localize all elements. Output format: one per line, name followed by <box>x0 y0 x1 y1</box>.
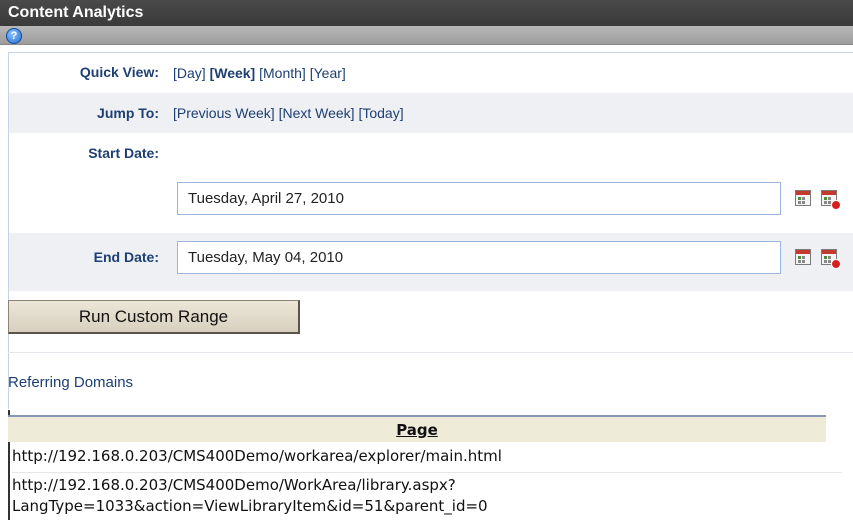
quick-view-month-link[interactable]: [Month] <box>259 65 306 81</box>
toolbar: ? <box>0 26 853 45</box>
report-title: Referring Domains <box>8 374 134 391</box>
clear-dot-icon <box>831 200 841 210</box>
quick-view-label: Quick View: <box>79 64 159 80</box>
end-date-field[interactable]: Tuesday, May 04, 2010 <box>177 241 781 274</box>
start-date-calendar-icon[interactable] <box>795 190 811 206</box>
help-icon[interactable]: ? <box>6 28 22 44</box>
jump-previous-week-link[interactable]: [Previous Week] <box>173 105 275 121</box>
window-title: Content Analytics <box>0 0 853 26</box>
date-range-panel: Quick View: [Day] [Week] [Month] [Year] … <box>8 52 853 409</box>
table-header: Page <box>8 415 826 442</box>
end-date-label: End Date: <box>93 249 159 265</box>
start-date-clear-icon[interactable] <box>821 190 843 210</box>
page-column-header[interactable]: Page <box>8 421 826 439</box>
table-row[interactable]: http://192.168.0.203/CMS400Demo/WorkArea… <box>12 476 853 494</box>
start-date-label: Start Date: <box>88 145 159 161</box>
quick-view-row: Quick View: [Day] [Week] [Month] [Year] <box>9 53 853 93</box>
quick-view-year-link[interactable]: [Year] <box>310 65 346 81</box>
table-row[interactable]: http://192.168.0.203/CMS400Demo/workarea… <box>12 447 853 465</box>
referring-domains-table: Page http://192.168.0.203/CMS400Demo/wor… <box>8 410 853 520</box>
end-date-clear-icon[interactable] <box>821 249 843 269</box>
end-date-calendar-icon[interactable] <box>795 249 811 265</box>
clear-dot-icon <box>831 259 841 269</box>
jump-to-links: [Previous Week] [Next Week] [Today] <box>173 105 404 121</box>
table-row-continuation[interactable]: LangType=1033&action=ViewLibraryItem&id=… <box>12 497 853 515</box>
run-custom-range-button[interactable]: Run Custom Range <box>8 300 300 334</box>
jump-today-link[interactable]: [Today] <box>358 105 403 121</box>
jump-to-row: Jump To: [Previous Week] [Next Week] [To… <box>9 93 853 133</box>
end-date-row: End Date: Tuesday, May 04, 2010 <box>9 233 853 291</box>
start-date-row: Start Date: Tuesday, April 27, 2010 <box>9 133 853 215</box>
quick-view-week-link[interactable]: [Week] <box>210 65 256 81</box>
jump-next-week-link[interactable]: [Next Week] <box>279 105 355 121</box>
jump-to-label: Jump To: <box>97 105 159 121</box>
divider <box>8 352 853 353</box>
quick-view-links: [Day] [Week] [Month] [Year] <box>173 65 346 81</box>
row-divider <box>12 472 842 473</box>
quick-view-day-link[interactable]: [Day] <box>173 65 206 81</box>
start-date-field[interactable]: Tuesday, April 27, 2010 <box>177 182 781 215</box>
